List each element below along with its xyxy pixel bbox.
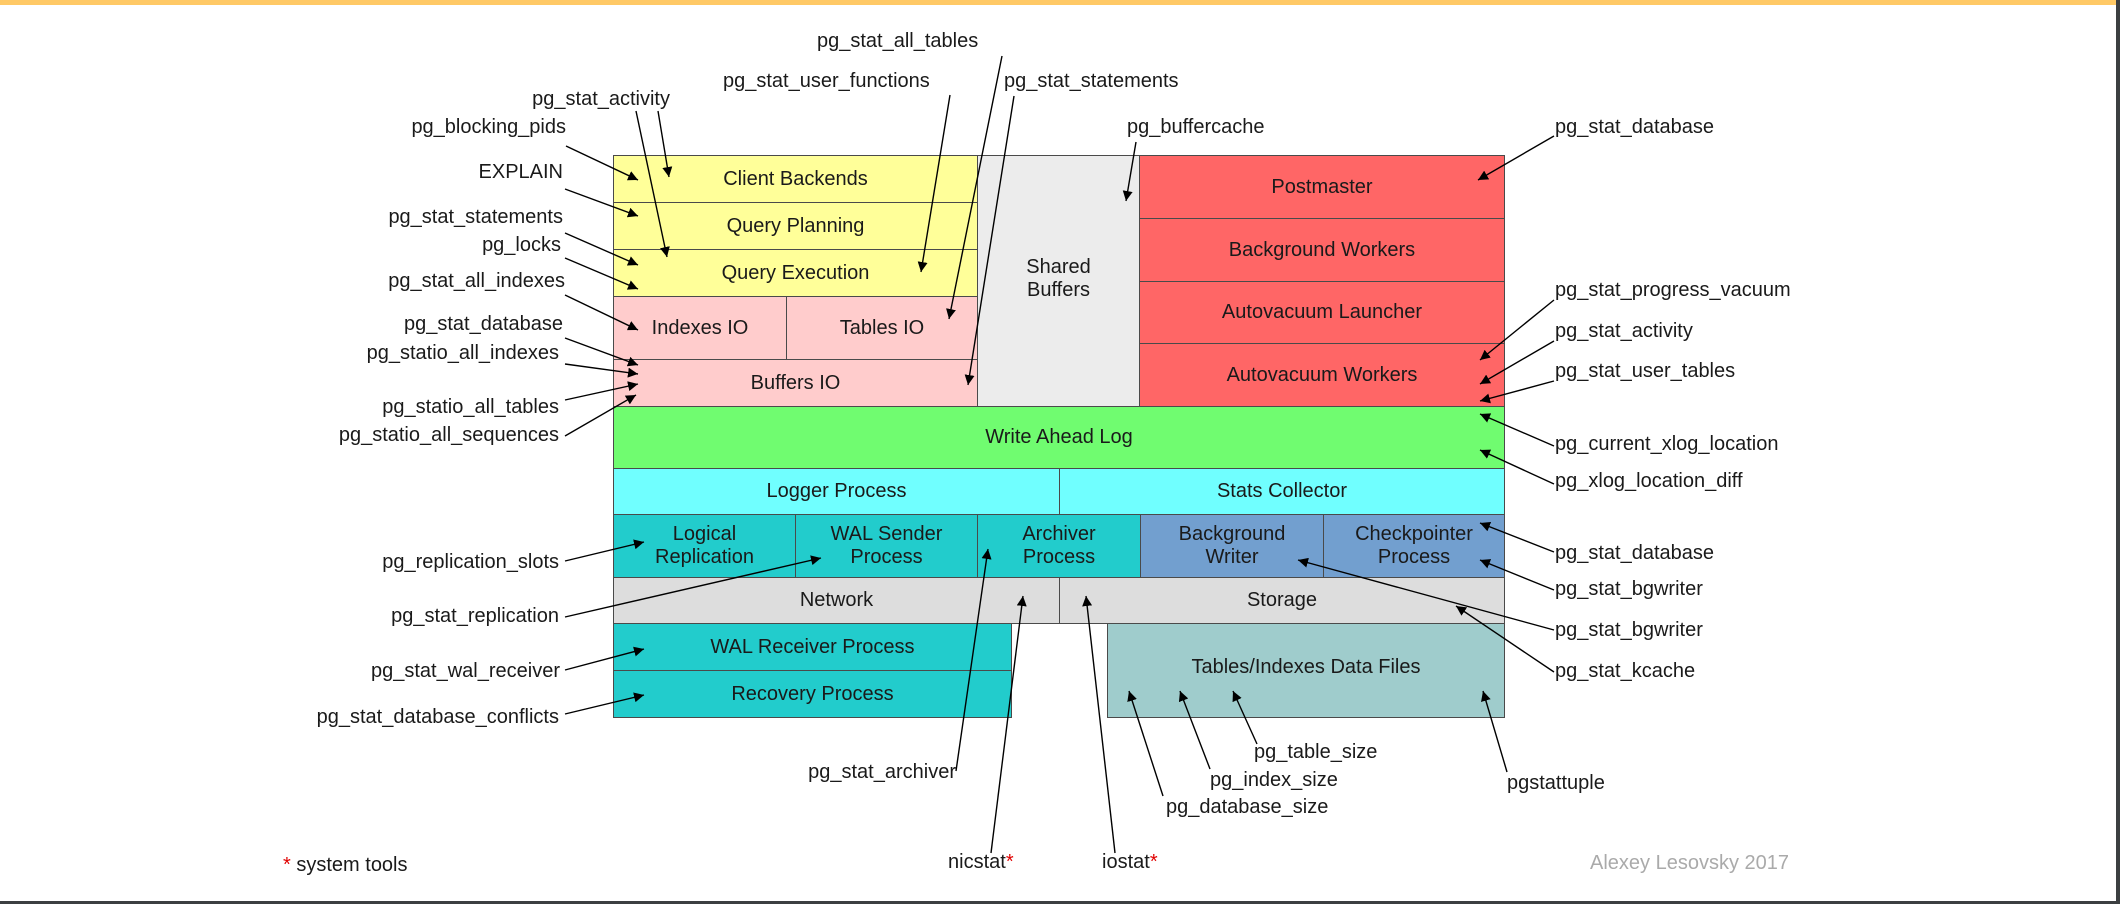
label-pg-current-xlog-location: pg_current_xlog_location [1555, 433, 1779, 455]
label-pg-stat-all-tables: pg_stat_all_tables [817, 30, 979, 52]
box-shared-buffers: Shared Buffers [977, 155, 1140, 407]
box-wal-receiver-process: WAL Receiver Process [613, 623, 1012, 671]
label-pg-stat-database-conflicts: pg_stat_database_conflicts [316, 706, 559, 728]
box-logical-replication: Logical Replication [613, 514, 796, 578]
label-pg-stat-database-right: pg_stat_database [1555, 116, 1715, 138]
label-pg-stat-user-tables: pg_stat_user_tables [1555, 360, 1736, 382]
box-autovacuum-launcher: Autovacuum Launcher [1139, 281, 1505, 344]
box-archiver-process: Archiver Process [977, 514, 1141, 578]
label-pg-xlog-location-diff: pg_xlog_location_diff [1555, 470, 1743, 492]
window-edge [2116, 0, 2120, 904]
label-pg-stat-database-right-2: pg_stat_database [1555, 542, 1715, 564]
system-tool-marker: * [1149, 851, 1158, 873]
label-pg-buffercache: pg_buffercache [1127, 116, 1265, 138]
label-iostat: iostat* [1102, 851, 1158, 873]
box-wal-sender-process: WAL Sender Process [795, 514, 978, 578]
label-pg-stat-user-functions: pg_stat_user_functions [723, 70, 930, 92]
box-tables-io: Tables IO [786, 296, 978, 360]
label-pgstattuple: pgstattuple [1507, 772, 1605, 794]
label-pg-stat-progress-vacuum: pg_stat_progress_vacuum [1555, 279, 1791, 301]
box-storage: Storage [1059, 577, 1505, 624]
box-client-backends: Client Backends [613, 155, 978, 203]
box-postmaster: Postmaster [1139, 155, 1505, 219]
label-pg-blocking-pids: pg_blocking_pids [411, 116, 566, 138]
box-data-files: Tables/Indexes Data Files [1107, 623, 1505, 718]
label-pg-stat-bgwriter-2: pg_stat_bgwriter [1555, 619, 1703, 641]
box-autovacuum-workers: Autovacuum Workers [1139, 343, 1505, 407]
label-pg-stat-all-indexes: pg_stat_all_indexes [388, 270, 565, 292]
label-pg-statio-all-indexes: pg_statio_all_indexes [366, 342, 559, 364]
label-nicstat: nicstat* [948, 851, 1014, 873]
label-pg-index-size: pg_index_size [1210, 769, 1338, 791]
label-pg-locks: pg_locks [482, 234, 561, 256]
box-indexes-io: Indexes IO [613, 296, 787, 360]
label-pg-database-size: pg_database_size [1166, 796, 1329, 818]
label-pg-stat-statements-top: pg_stat_statements [1004, 70, 1179, 92]
box-write-ahead-log: Write Ahead Log [613, 406, 1505, 469]
label-pg-stat-statements-left: pg_stat_statements [388, 206, 563, 228]
box-query-planning: Query Planning [613, 202, 978, 250]
label-pg-table-size: pg_table_size [1254, 741, 1378, 763]
box-logger-process: Logger Process [613, 468, 1060, 515]
label-pg-stat-database-left: pg_stat_database [403, 313, 563, 335]
label-pg-replication-slots: pg_replication_slots [382, 551, 559, 573]
box-checkpointer-process: Checkpointer Process [1323, 514, 1505, 578]
label-pg-stat-wal-receiver: pg_stat_wal_receiver [371, 660, 560, 682]
box-stats-collector: Stats Collector [1059, 468, 1505, 515]
box-buffers-io: Buffers IO [613, 359, 978, 407]
label-pg-stat-replication: pg_stat_replication [391, 605, 559, 627]
top-accent-bar [0, 0, 2120, 5]
label-pg-stat-activity-right: pg_stat_activity [1555, 320, 1693, 342]
footnote: * system tools [283, 854, 408, 876]
system-tool-marker: * [283, 854, 291, 876]
box-query-execution: Query Execution [613, 249, 978, 297]
label-pg-statio-all-sequences: pg_statio_all_sequences [338, 424, 559, 446]
label-pg-stat-archiver: pg_stat_archiver [808, 761, 956, 783]
label-pg-stat-bgwriter: pg_stat_bgwriter [1555, 578, 1703, 600]
box-recovery-process: Recovery Process [613, 670, 1012, 718]
system-tool-marker: * [1005, 851, 1014, 873]
box-background-workers: Background Workers [1139, 218, 1505, 282]
label-pg-stat-activity-left: pg_stat_activity [532, 88, 670, 110]
label-explain: EXPLAIN [478, 161, 563, 183]
label-pg-statio-all-tables: pg_statio_all_tables [382, 396, 559, 418]
label-pg-stat-kcache: pg_stat_kcache [1555, 660, 1696, 682]
author-signature: Alexey Lesovsky 2017 [1590, 852, 1790, 874]
box-network: Network [613, 577, 1060, 624]
box-background-writer: Background Writer [1140, 514, 1324, 578]
